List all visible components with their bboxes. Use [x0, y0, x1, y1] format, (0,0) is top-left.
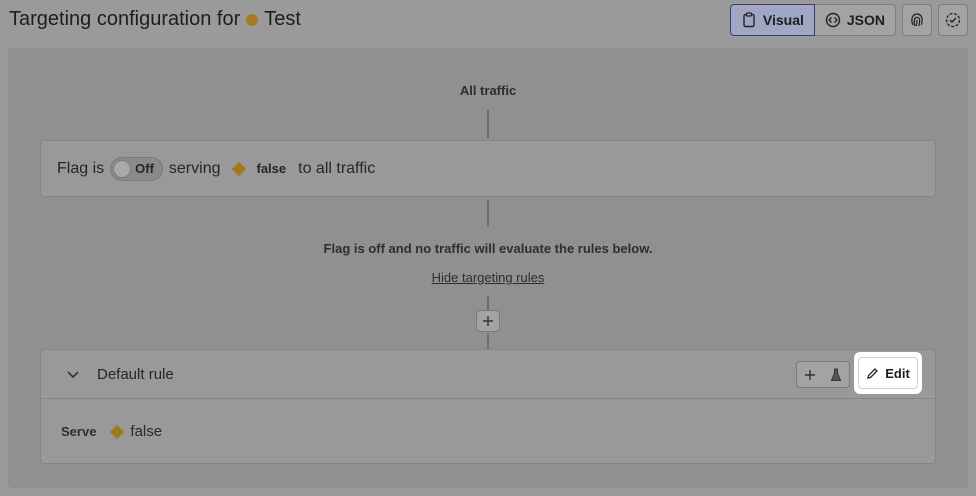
toggle-label: Off [135, 161, 154, 176]
plus-icon [483, 316, 493, 326]
default-rule-header: Default rule [41, 350, 935, 399]
clipboard-icon [743, 12, 755, 28]
flask-icon [830, 368, 842, 381]
connector-line [487, 296, 489, 310]
variation-value: false [256, 161, 287, 176]
check-circle-icon [945, 12, 961, 28]
chevron-down-icon[interactable] [65, 366, 81, 382]
connector-line [487, 333, 489, 349]
variation-diamond-icon [110, 424, 125, 439]
to-all-traffic-text: to all traffic [298, 159, 376, 177]
edit-label: Edit [885, 365, 910, 381]
add-rule-button[interactable] [476, 310, 500, 332]
check-button[interactable] [938, 4, 968, 36]
flag-toggle[interactable]: Off [110, 156, 163, 181]
variation-diamond-icon [232, 161, 247, 176]
view-toggle: Visual JSON [729, 4, 896, 36]
visual-label: Visual [762, 12, 804, 28]
serving-text: serving [168, 159, 221, 177]
title-prefix: Targeting configuration for [9, 8, 241, 30]
json-label: JSON [846, 12, 885, 28]
flag-is-text: Flag is [57, 159, 105, 177]
edit-button[interactable]: Edit [858, 357, 918, 389]
serve-row: Serve false [61, 423, 162, 440]
default-rule-card: Default rule Serve false [40, 349, 936, 464]
toggle-knob [113, 159, 132, 178]
fingerprint-icon [911, 13, 923, 27]
code-icon [825, 12, 841, 28]
fingerprint-button[interactable] [902, 4, 932, 36]
serve-label: Serve [61, 424, 97, 439]
pencil-icon [867, 367, 879, 379]
json-view-button[interactable]: JSON [814, 4, 896, 36]
connector-line [487, 200, 489, 227]
hide-targeting-rules-link[interactable]: Hide targeting rules [0, 270, 976, 285]
flag-name: Test [264, 8, 301, 30]
default-rule-title: Default rule [97, 366, 174, 383]
page-header: Targeting configuration for Test Visual … [0, 0, 976, 44]
connector-line [487, 110, 489, 138]
serve-value: false [130, 423, 163, 440]
toolbar: Visual JSON [729, 4, 968, 36]
plus-icon [805, 369, 815, 380]
flag-status-card: Flag is Off serving false to all traffic [40, 140, 936, 197]
page-title: Targeting configuration for Test [9, 8, 301, 31]
flag-status-dot [246, 13, 259, 26]
edit-highlight: Edit [854, 352, 922, 394]
all-traffic-label: All traffic [459, 83, 517, 98]
visual-view-button[interactable]: Visual [729, 4, 815, 36]
add-experiment-button[interactable] [796, 361, 850, 388]
flag-off-message: Flag is off and no traffic will evaluate… [323, 241, 653, 256]
